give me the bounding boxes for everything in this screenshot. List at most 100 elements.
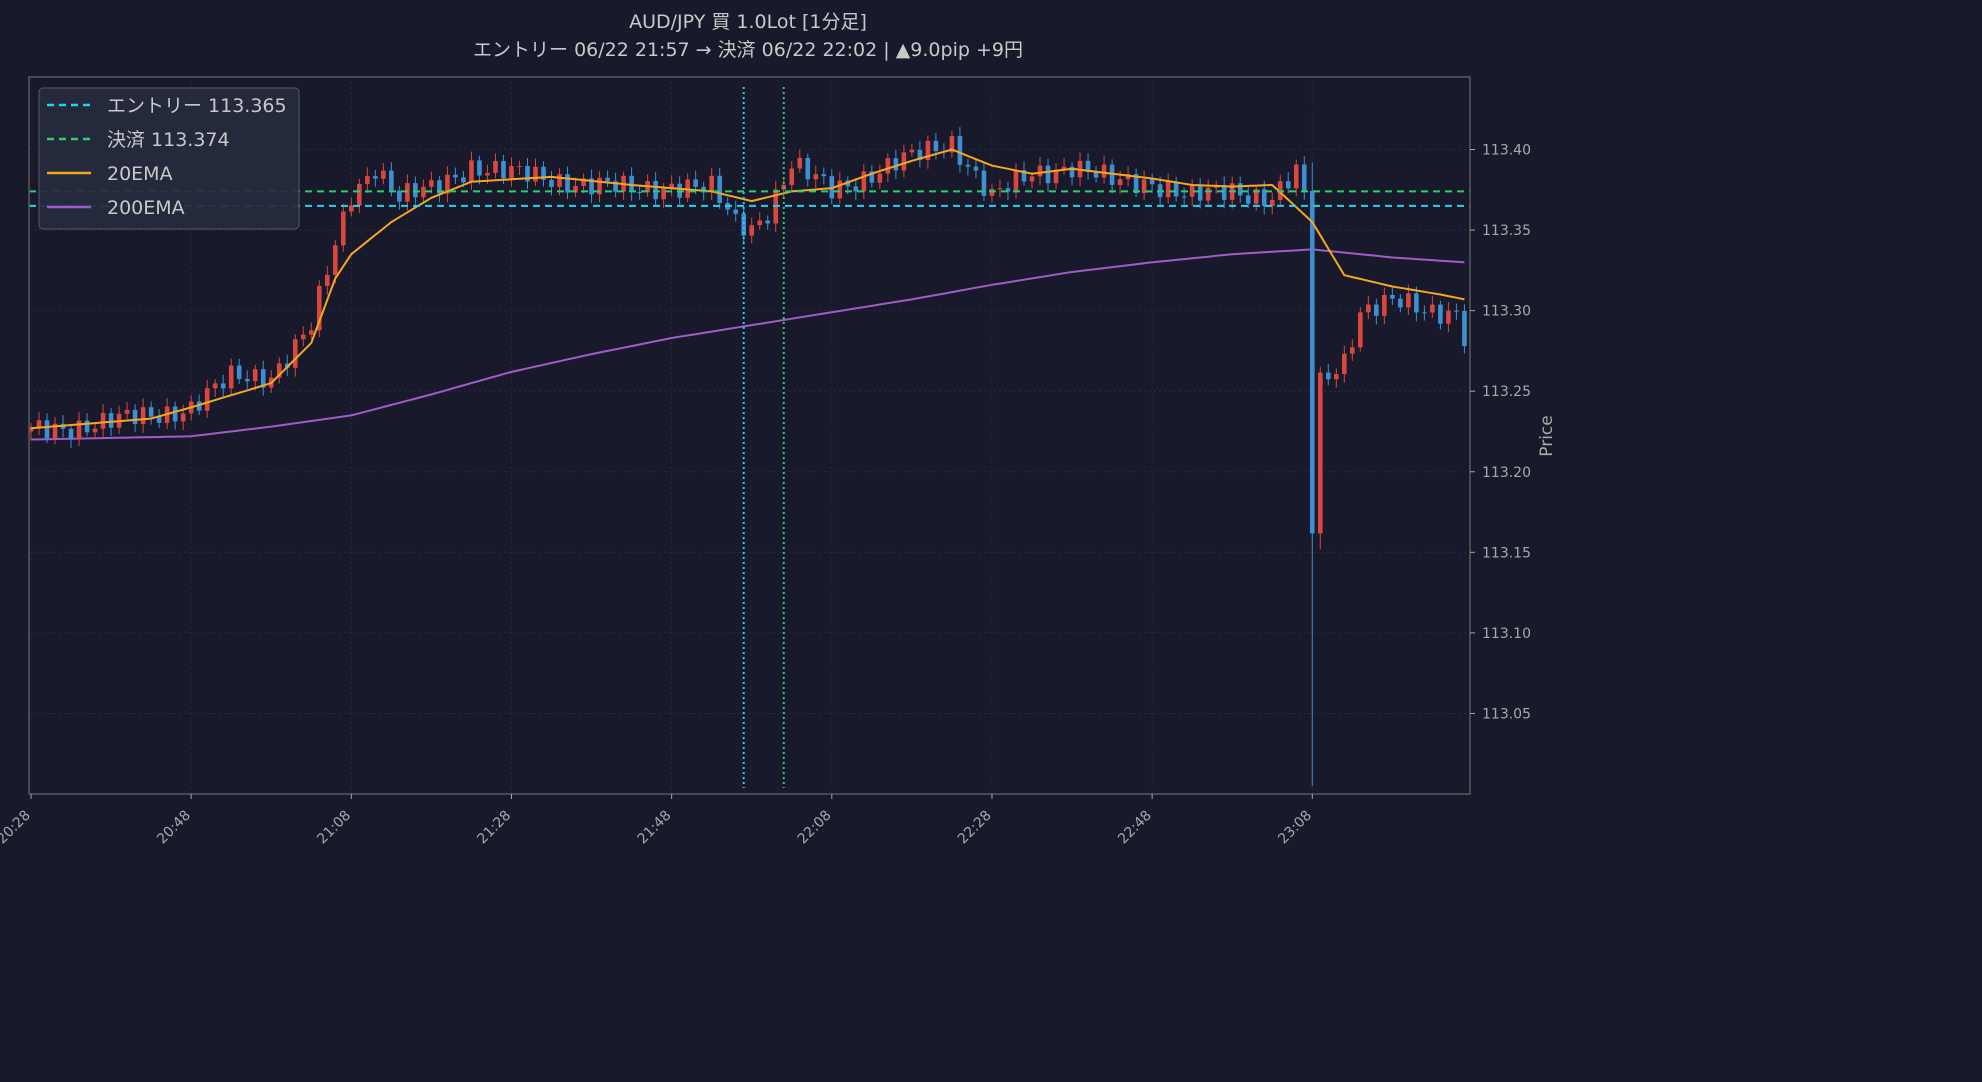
- candle-body: [933, 140, 939, 152]
- candle-body: [1317, 372, 1323, 534]
- candle-body: [1430, 304, 1435, 313]
- candle-body: [661, 187, 666, 200]
- candle-body: [1334, 374, 1339, 380]
- candle-body: [357, 184, 362, 206]
- candle-body: [885, 158, 891, 174]
- candle-body: [68, 428, 74, 440]
- candle-body: [1029, 176, 1035, 182]
- candle-body: [1197, 185, 1203, 201]
- candle-body: [1454, 310, 1459, 312]
- candle-body: [100, 412, 106, 429]
- candle-body: [485, 172, 490, 176]
- y-axis-label: Price: [1537, 415, 1557, 456]
- candle-body: [565, 174, 570, 193]
- candle-body: [493, 160, 498, 173]
- candle-body: [1414, 293, 1419, 313]
- candle-body: [1366, 304, 1371, 313]
- y-tick-label: 113.25: [1482, 384, 1531, 400]
- candle-body: [453, 174, 458, 178]
- candle-body: [973, 166, 979, 171]
- candle-body: [204, 388, 210, 411]
- candle-body: [381, 170, 386, 179]
- candle-body: [44, 420, 50, 438]
- candle-body: [461, 177, 466, 183]
- candle-body: [132, 409, 138, 425]
- candle-body: [84, 420, 90, 433]
- candle-body: [92, 428, 98, 433]
- legend-label-ema200: 200EMA: [107, 197, 185, 219]
- candle-body: [765, 220, 771, 224]
- candle-body: [244, 378, 250, 382]
- candle-body: [517, 166, 522, 168]
- candle-body: [172, 406, 178, 422]
- chart-title: AUD/JPY 買 1.0Lot [1分足]: [629, 11, 867, 33]
- candle-body: [837, 180, 843, 199]
- candle-body: [1398, 298, 1403, 308]
- candle-body: [1325, 372, 1331, 380]
- candle-body: [1462, 310, 1467, 347]
- candle-body: [292, 339, 298, 368]
- candle-body: [341, 211, 346, 246]
- candle-body: [389, 170, 394, 191]
- candle-body: [212, 383, 218, 389]
- candle-body: [252, 369, 258, 382]
- candle-body: [1205, 187, 1211, 201]
- candle-body: [1013, 170, 1019, 192]
- candle-body: [180, 413, 186, 422]
- candle-body: [805, 157, 811, 180]
- candle-body: [877, 173, 883, 183]
- candle-body: [1358, 312, 1363, 348]
- candle-body: [549, 179, 554, 187]
- candle-body: [349, 205, 354, 212]
- candle-body: [365, 176, 370, 185]
- candle-body: [333, 245, 338, 275]
- legend-label-entry: エントリー 113.365: [107, 95, 287, 117]
- candle-body: [300, 334, 306, 340]
- candle-body: [789, 168, 795, 185]
- candle-body: [324, 274, 330, 286]
- candle-body: [220, 383, 226, 389]
- candle-body: [509, 166, 514, 179]
- legend-label-exit: 決済 113.374: [107, 129, 230, 151]
- candle-body: [413, 183, 418, 198]
- candle-body: [1173, 181, 1179, 197]
- y-tick-label: 113.15: [1482, 545, 1531, 561]
- candle-body: [957, 135, 963, 165]
- candle-body: [1293, 164, 1299, 189]
- candle-body: [501, 160, 506, 179]
- legend-label-ema20: 20EMA: [107, 163, 173, 185]
- candle-body: [1438, 304, 1443, 324]
- candle-body: [605, 177, 610, 182]
- candle-body: [228, 365, 234, 389]
- candle-body: [429, 180, 434, 187]
- candle-body: [1301, 164, 1307, 191]
- candle-body: [1181, 196, 1187, 198]
- candle-body: [469, 160, 474, 183]
- candle-body: [909, 149, 915, 153]
- y-tick-label: 113.20: [1482, 465, 1531, 481]
- candle-body: [308, 330, 314, 335]
- candle-body: [1309, 190, 1315, 534]
- candle-body: [236, 365, 242, 379]
- candle-body: [1342, 353, 1347, 375]
- candle-body: [373, 176, 378, 179]
- candle-body: [1165, 181, 1171, 198]
- candle-body: [557, 174, 562, 187]
- candle-body: [1382, 294, 1387, 316]
- candle-body: [733, 209, 739, 214]
- candle-body: [693, 179, 698, 187]
- candle-body: [1350, 347, 1355, 354]
- chart-subtitle: エントリー 06/22 21:57 → 決済 06/22 22:02 | ▲9.…: [473, 39, 1023, 61]
- candle-body: [653, 180, 658, 200]
- candle-body: [1406, 293, 1411, 308]
- candle-body: [757, 220, 763, 226]
- candle-body: [1374, 304, 1379, 316]
- candle-body: [1045, 165, 1051, 184]
- candle-body: [1245, 195, 1251, 204]
- y-tick-label: 113.40: [1482, 143, 1531, 159]
- candle-body: [108, 412, 114, 428]
- y-tick-label: 113.10: [1482, 626, 1531, 642]
- candle-body: [124, 409, 130, 414]
- candle-body: [997, 188, 1003, 190]
- candle-body: [140, 407, 146, 425]
